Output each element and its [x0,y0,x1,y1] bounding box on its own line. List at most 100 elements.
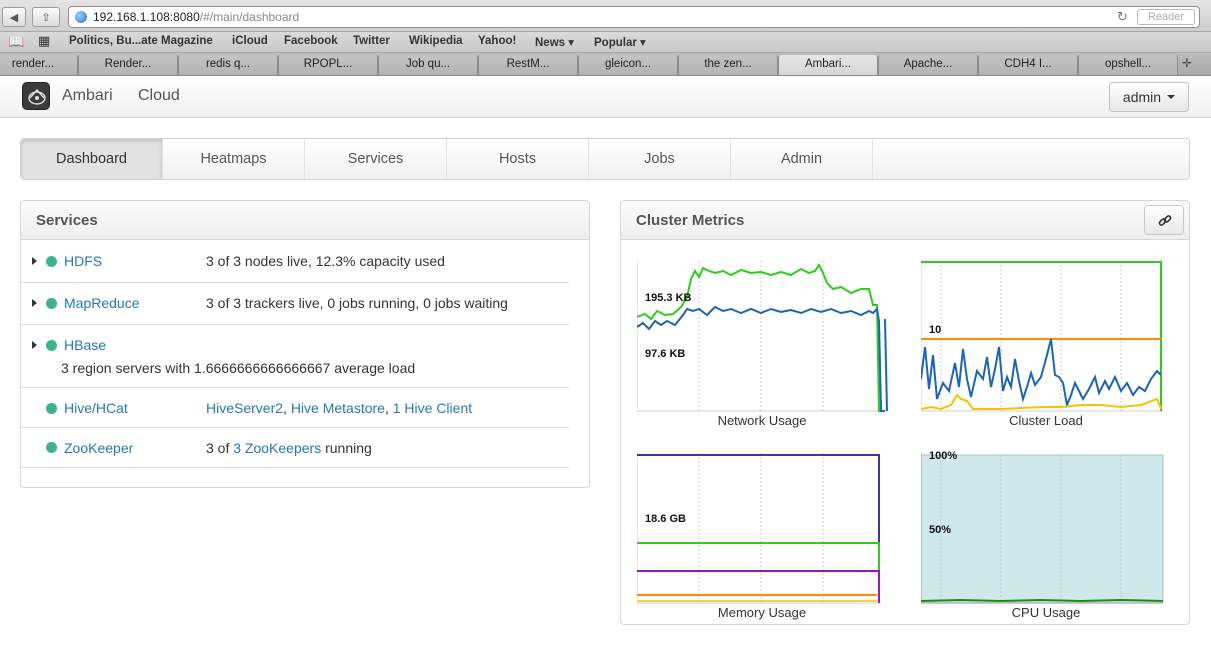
browser-tab[interactable]: opshell... [1078,55,1178,75]
top-sites-icon[interactable]: ▦ [38,33,50,49]
memory-usage-title: Memory Usage [717,605,807,620]
expand-arrow-icon[interactable] [32,299,37,307]
metrics-panel-header: Cluster Metrics [621,201,1189,240]
cluster-name: Cloud [138,87,180,104]
bookmark-item[interactable]: Wikipedia [409,35,463,47]
memory-usage-chart[interactable]: 18.6 GB [637,451,889,606]
tab-services[interactable]: Services [305,139,447,179]
bookmarks-bar: 📖 ▦ Politics, Bu...ate Magazine iCloud F… [0,32,1211,53]
main-nav: Dashboard Heatmaps Services Hosts Jobs A… [20,138,1190,180]
browser-tab[interactable]: Job qu... [378,55,478,75]
services-panel-title: Services [36,212,98,229]
metrics-panel-title: Cluster Metrics [636,212,745,229]
tab-hosts[interactable]: Hosts [447,139,589,179]
url-path: /#/main/dashboard [199,10,300,24]
service-summary: 3 of 3 nodes live, 12.3% capacity used [206,253,445,269]
service-row-mapreduce: MapReduce 3 of 3 trackers live, 0 jobs r… [21,283,569,325]
bookmark-item[interactable]: News ▾ [535,35,574,49]
hive-metastore-link[interactable]: Hive Metastore [291,400,385,416]
user-menu-button[interactable]: admin [1109,82,1189,112]
service-row-hive: Hive/HCat HiveServer2, Hive Metastore, 1… [21,388,569,428]
new-tab-icon[interactable]: ✛ [1182,56,1192,70]
service-link-hdfs[interactable]: HDFS [64,253,102,269]
network-y-label-low: 97.6 KB [645,348,685,360]
tab-heatmaps[interactable]: Heatmaps [163,139,305,179]
services-panel-header: Services [21,201,589,240]
brand-name[interactable]: Ambari [62,87,113,105]
expand-arrow-icon[interactable] [32,257,37,265]
reading-list-icon[interactable]: 📖 [8,34,24,50]
status-dot-icon [46,340,57,351]
service-summary: 3 of 3 trackers live, 0 jobs running, 0 … [206,295,508,311]
chart-grid [921,261,1163,412]
service-link-zookeeper[interactable]: ZooKeeper [64,440,133,456]
share-button[interactable]: ⇧ [32,7,60,27]
memory-total-series [637,454,880,603]
chart-grid [637,453,881,604]
hive-client-link[interactable]: 1 Hive Client [393,400,472,416]
service-row-zookeeper: ZooKeeper 3 of 3 ZooKeepers running [21,428,569,468]
service-link-hive[interactable]: Hive/HCat [64,400,128,416]
zookeepers-link[interactable]: 3 ZooKeepers [233,440,321,456]
network-y-label-high: 195.3 KB [645,292,692,304]
reader-button[interactable]: Reader [1137,9,1195,25]
browser-tab[interactable]: render... [0,55,78,75]
cpu-usage-chart[interactable]: 100% 50% [921,451,1167,606]
cpu-y-label-100: 100% [929,451,957,462]
cluster-load-total-series [921,261,1162,411]
browser-tab[interactable]: Apache... [878,55,978,75]
cpu-used-series [921,598,1164,603]
cluster-load-chart[interactable]: 10 [921,259,1167,414]
browser-tab[interactable]: RestM... [478,55,578,75]
hiveserver2-link[interactable]: HiveServer2 [206,400,283,416]
service-row-hbase: HBase 3 region servers with 1.6666666666… [21,325,569,388]
bookmark-item[interactable]: Yahoo! [478,35,516,47]
status-dot-icon [46,298,57,309]
chevron-down-icon [1167,95,1176,99]
zookeeper-info-suffix: running [321,440,372,456]
app-header: Ambari Cloud admin [0,76,1211,118]
link-button[interactable] [1144,205,1184,235]
network-usage-title: Network Usage [717,413,807,428]
status-dot-icon [46,403,57,414]
memory-cached-series [637,570,880,603]
bookmark-item[interactable]: Facebook [284,35,338,47]
url-host: 192.168.1.108:8080 [93,10,200,24]
service-summary: HiveServer2, Hive Metastore, 1 Hive Clie… [206,400,473,416]
browser-tab[interactable]: the zen... [678,55,778,75]
back-button[interactable]: ◀ [2,7,26,27]
cluster-load-y-label: 10 [929,324,941,336]
cpu-y-label-50: 50% [929,524,951,536]
tab-jobs[interactable]: Jobs [589,139,731,179]
address-bar[interactable]: 192.168.1.108:8080/#/main/dashboard ↻ Re… [68,6,1200,28]
cpu-idle-area [921,455,1163,603]
globe-icon [75,11,87,23]
tab-dashboard[interactable]: Dashboard [21,139,163,179]
browser-tab[interactable]: Render... [78,55,178,75]
network-usage-chart[interactable]: 195.3 KB 97.6 KB [637,259,889,414]
browser-tab[interactable]: CDH4 I... [978,55,1078,75]
status-dot-icon [46,256,57,267]
services-panel: Services HDFS 3 of 3 nodes live, 12.3% c… [20,200,590,488]
service-summary: 3 of 3 ZooKeepers running [206,440,372,456]
service-link-mapreduce[interactable]: MapReduce [64,295,140,311]
browser-tab[interactable]: gleicon... [578,55,678,75]
bookmark-item[interactable]: Politics, Bu...ate Magazine [69,35,213,47]
browser-tab-active[interactable]: Ambari... [778,55,878,75]
ambari-logo-icon[interactable] [22,82,50,110]
expand-arrow-icon[interactable] [32,341,37,349]
browser-tab[interactable]: redis q... [178,55,278,75]
service-summary: 3 region servers with 1.6666666666666667… [61,360,416,376]
chart-grid [637,261,887,412]
service-link-hbase[interactable]: HBase [64,337,106,353]
browser-tab[interactable]: RPOPL... [278,55,378,75]
bookmark-item[interactable]: iCloud [232,35,268,47]
bookmark-item[interactable]: Popular ▾ [594,35,646,49]
link-icon [1158,215,1172,226]
tab-admin[interactable]: Admin [731,139,873,179]
service-row-hdfs: HDFS 3 of 3 nodes live, 12.3% capacity u… [21,241,569,283]
status-dot-icon [46,442,57,453]
reload-icon[interactable]: ↻ [1117,7,1128,27]
cluster-load-title: Cluster Load [1009,413,1083,428]
bookmark-item[interactable]: Twitter [353,35,390,47]
